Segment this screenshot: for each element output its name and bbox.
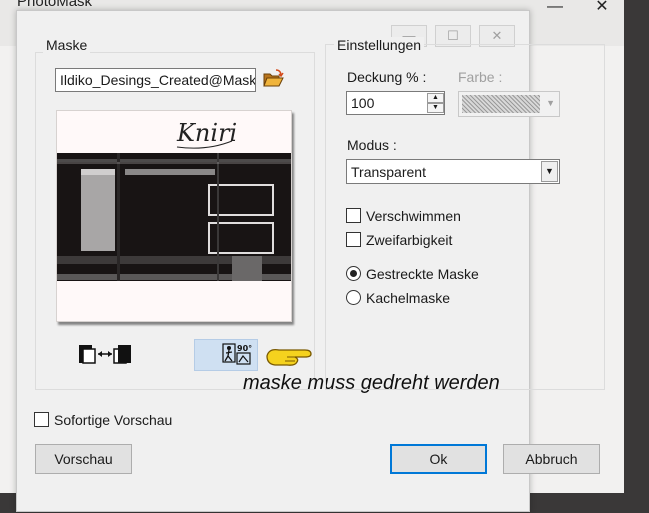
dialog-title: PhotoMask [17, 0, 93, 10]
modus-label: Modus : [347, 137, 397, 153]
zweifarbigkeit-label: Zweifarbigkeit [366, 232, 453, 248]
chevron-down-icon[interactable]: ▼ [541, 161, 558, 182]
color-swatch [462, 95, 540, 113]
ok-button[interactable]: Ok [390, 444, 487, 474]
farbe-label: Farbe : [458, 69, 503, 85]
sofortige-vorschau-label: Sofortige Vorschau [54, 412, 173, 428]
maske-group-label: Maske [43, 37, 91, 53]
kachelmaske-label: Kachelmaske [366, 290, 451, 306]
modus-value: Transparent [351, 164, 426, 180]
spin-down-button[interactable]: ▼ [427, 103, 444, 113]
flip-horizontal-icon[interactable] [78, 343, 132, 365]
background-close-button[interactable]: ✕ [582, 0, 622, 18]
verschwimmen-label: Verschwimmen [366, 208, 461, 224]
pointing-hand-icon [266, 348, 312, 366]
gestreckte-maske-label: Gestreckte Maske [366, 266, 479, 282]
einstellungen-group-label: Einstellungen [334, 37, 425, 53]
zweifarbigkeit-checkbox[interactable] [346, 232, 361, 247]
modus-select[interactable]: Transparent ▼ [346, 159, 560, 184]
farbe-select: ▼ [458, 91, 560, 117]
verschwimmen-checkbox[interactable] [346, 208, 361, 223]
rotate-90-label: 90° [237, 344, 252, 353]
gestreckte-maske-radio[interactable] [346, 266, 361, 281]
mask-file-field[interactable]: Ildiko_Desings_Created@Mask [55, 68, 256, 92]
chevron-down-icon: ▼ [546, 98, 555, 108]
vorschau-button[interactable]: Vorschau [35, 444, 132, 474]
mask-preview: Kniri [56, 110, 292, 322]
folder-open-icon[interactable] [262, 68, 284, 90]
spin-up-button[interactable]: ▲ [427, 93, 444, 103]
abbruch-button[interactable]: Abbruch [503, 444, 600, 474]
deckung-spinbox[interactable]: 100 ▲ ▼ [346, 91, 445, 115]
deckung-label: Deckung % : [347, 69, 427, 85]
sofortige-vorschau-checkbox[interactable] [34, 412, 49, 427]
mask-preview-image: Kniri [57, 111, 291, 321]
rotate-90-icon: 90° [222, 343, 252, 365]
kachelmaske-radio[interactable] [346, 290, 361, 305]
background-minimize-button[interactable]: — [535, 0, 575, 18]
deckung-value: 100 [351, 95, 375, 111]
